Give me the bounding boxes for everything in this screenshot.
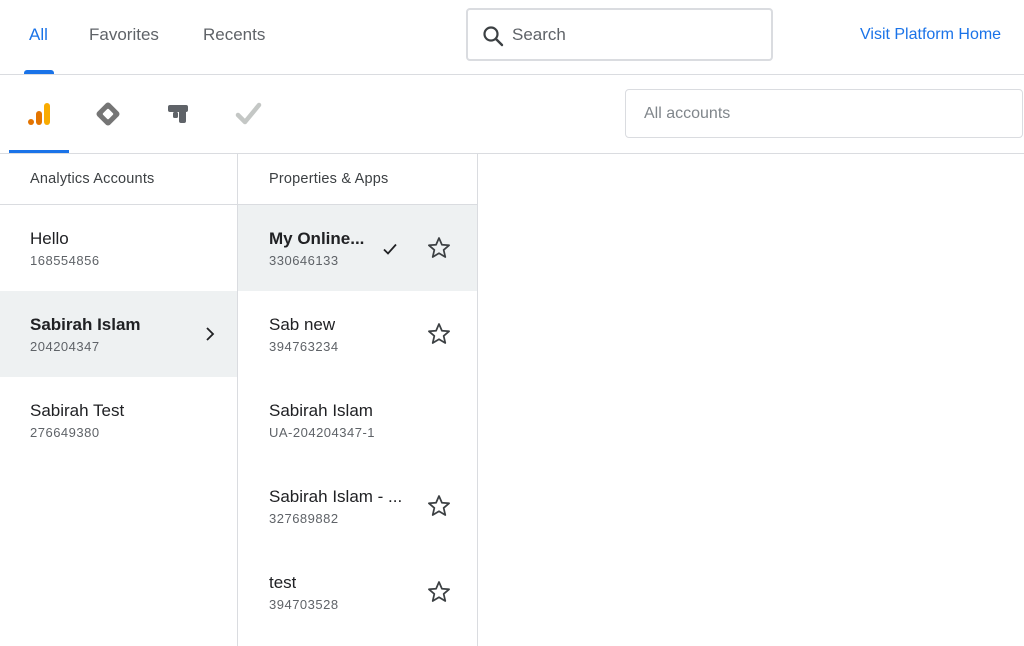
- properties-column: Properties & Apps My Online... 330646133…: [238, 154, 478, 646]
- search-icon: [483, 26, 504, 47]
- property-id: 330646133: [269, 253, 339, 268]
- property-id: 394763234: [269, 339, 339, 354]
- product-bar: [0, 75, 1024, 154]
- surveys-icon: [235, 102, 262, 125]
- top-bar: All Favorites Recents Visit Platform Hom…: [0, 0, 1024, 75]
- property-id: 394703528: [269, 597, 339, 612]
- property-row-selected[interactable]: My Online... 330646133: [238, 205, 477, 291]
- property-row[interactable]: Sabirah Islam - ... 327689882: [238, 463, 477, 549]
- accounts-filter-input[interactable]: [644, 102, 1004, 126]
- optimize-product-button[interactable]: [159, 95, 197, 133]
- property-name: Sabirah Islam: [269, 401, 373, 420]
- account-id: 276649380: [30, 425, 100, 440]
- property-id: 327689882: [269, 511, 339, 526]
- account-name: Hello: [30, 229, 69, 248]
- property-row[interactable]: Sab new 394763234: [238, 291, 477, 377]
- search-input[interactable]: [512, 22, 752, 48]
- property-row[interactable]: test 394703528: [238, 549, 477, 635]
- optimize-icon: [168, 105, 188, 123]
- account-name: Sabirah Test: [30, 401, 125, 420]
- active-tab-indicator: [24, 70, 54, 74]
- account-id: 168554856: [30, 253, 100, 268]
- tag-manager-icon: [96, 102, 120, 126]
- account-id: 204204347: [30, 339, 100, 354]
- account-row-selected[interactable]: Sabirah Islam 204204347: [0, 291, 237, 377]
- analytics-icon: [28, 103, 50, 125]
- tab-recents[interactable]: Recents: [203, 24, 265, 46]
- search-box[interactable]: [466, 8, 773, 61]
- account-row[interactable]: Sabirah Test 276649380: [0, 377, 237, 463]
- property-name: My Online...: [269, 229, 365, 248]
- tag-manager-product-button[interactable]: [89, 95, 127, 133]
- properties-column-header: Properties & Apps: [238, 154, 477, 205]
- account-name: Sabirah Islam: [30, 315, 141, 334]
- property-row[interactable]: Sabirah Islam UA-204204347-1: [238, 377, 477, 463]
- property-name: test: [269, 573, 297, 592]
- star-icon[interactable]: [426, 493, 452, 519]
- check-icon: [383, 243, 397, 255]
- tab-favorites[interactable]: Favorites: [89, 24, 159, 46]
- analytics-product-button[interactable]: [20, 95, 58, 133]
- accounts-column: Analytics Accounts Hello 168554856 Sabir…: [0, 154, 238, 646]
- accounts-column-header: Analytics Accounts: [0, 154, 237, 205]
- visit-platform-home-link[interactable]: Visit Platform Home: [860, 24, 1001, 46]
- active-product-indicator: [9, 150, 69, 153]
- property-name: Sab new: [269, 315, 336, 334]
- accounts-filter[interactable]: [625, 89, 1023, 138]
- surveys-product-button[interactable]: [229, 95, 267, 133]
- star-icon[interactable]: [426, 235, 452, 261]
- property-name: Sabirah Islam - ...: [269, 487, 403, 506]
- chevron-right-icon: [206, 327, 215, 341]
- star-icon[interactable]: [426, 579, 452, 605]
- property-id: UA-204204347-1: [269, 425, 376, 440]
- tab-all[interactable]: All: [29, 24, 48, 46]
- star-icon[interactable]: [426, 321, 452, 347]
- account-row[interactable]: Hello 168554856: [0, 205, 237, 291]
